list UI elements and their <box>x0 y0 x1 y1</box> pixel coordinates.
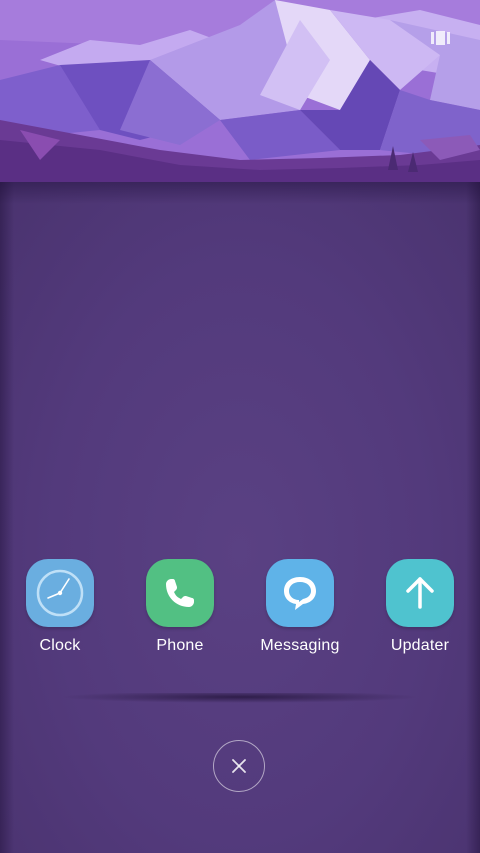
message-bubble-icon[interactable] <box>266 559 334 627</box>
phone-icon[interactable] <box>146 559 214 627</box>
wallpaper-header <box>0 0 480 182</box>
app-messaging[interactable]: Messaging <box>245 559 355 655</box>
app-label: Messaging <box>260 637 340 654</box>
app-clock[interactable]: Clock <box>5 559 115 655</box>
dock-shadow <box>60 693 420 703</box>
app-label: Phone <box>156 637 204 654</box>
widget-grid-icon[interactable] <box>431 31 450 45</box>
edge-shade-left <box>0 182 14 853</box>
app-label: Updater <box>390 637 450 654</box>
app-phone[interactable]: Phone <box>125 559 235 655</box>
close-icon <box>232 759 246 773</box>
app-label: Clock <box>39 637 81 654</box>
header-shadow <box>0 182 480 204</box>
edge-shade-right <box>466 182 480 853</box>
app-row: Clock Phone Messaging Updater <box>0 559 480 669</box>
close-button[interactable] <box>213 740 265 792</box>
arrow-up-icon[interactable] <box>386 559 454 627</box>
app-updater[interactable]: Updater <box>365 559 475 655</box>
clock-icon[interactable] <box>26 559 94 627</box>
